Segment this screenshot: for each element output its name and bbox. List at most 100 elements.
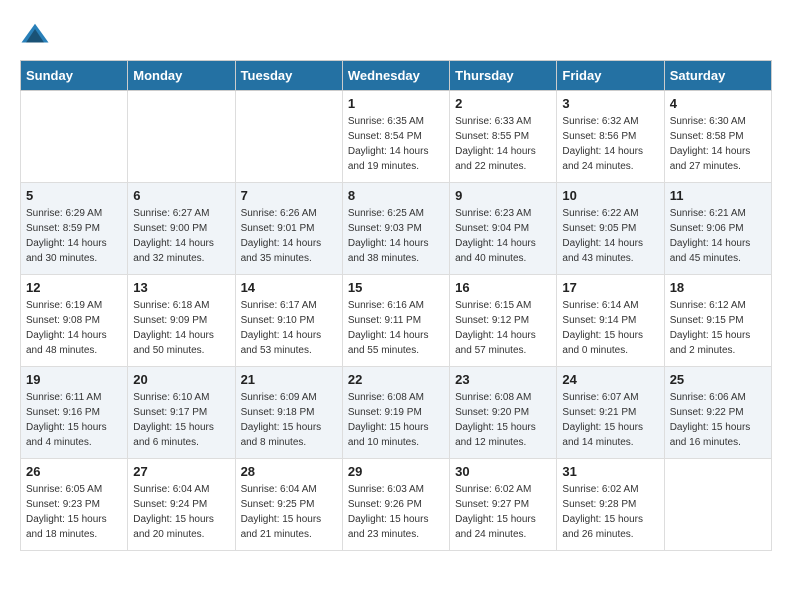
page-header: [20, 20, 772, 50]
cell-sun-info: Sunrise: 6:08 AMSunset: 9:20 PMDaylight:…: [455, 390, 551, 450]
day-of-week-header: Wednesday: [342, 61, 449, 91]
calendar-week-row: 26Sunrise: 6:05 AMSunset: 9:23 PMDayligh…: [21, 459, 772, 551]
day-of-week-header: Monday: [128, 61, 235, 91]
day-number: 17: [562, 280, 658, 295]
cell-sun-info: Sunrise: 6:30 AMSunset: 8:58 PMDaylight:…: [670, 114, 766, 174]
calendar-cell: 24Sunrise: 6:07 AMSunset: 9:21 PMDayligh…: [557, 367, 664, 459]
calendar-cell: 28Sunrise: 6:04 AMSunset: 9:25 PMDayligh…: [235, 459, 342, 551]
calendar-cell: 14 Sunrise: 6:17 AMSunset: 9:10 PMDayligh…: [235, 275, 342, 367]
day-number: 1: [348, 96, 444, 111]
cell-sun-info: Sunrise: 6:15 AMSunset: 9:12 PMDaylight:…: [455, 298, 551, 358]
calendar-cell: 5 Sunrise: 6:29 AMSunset: 8:59 PMDaylight…: [21, 183, 128, 275]
day-number: 21: [241, 372, 337, 387]
calendar-cell: 22 Sunrise: 6:08 AMSunset: 9:19 PMDayligh…: [342, 367, 449, 459]
cell-sun-info: Sunrise: 6:35 AMSunset: 8:54 PMDaylight:…: [348, 114, 444, 174]
day-number: 18: [670, 280, 766, 295]
day-of-week-header: Saturday: [664, 61, 771, 91]
day-number: 10: [562, 188, 658, 203]
day-number: 4: [670, 96, 766, 111]
day-number: 8: [348, 188, 444, 203]
day-number: 28: [241, 464, 337, 479]
calendar-cell: 29Sunrise: 6:03 AMSunset: 9:26 PMDayligh…: [342, 459, 449, 551]
cell-sun-info: Sunrise: 6:26 AMSunset: 9:01 PMDaylight:…: [241, 206, 337, 266]
cell-sun-info: Sunrise: 6:19 AMSunset: 9:08 PMDaylight:…: [26, 298, 122, 358]
calendar-header: SundayMondayTuesdayWednesdayThursdayFrid…: [21, 61, 772, 91]
day-number: 5: [26, 188, 122, 203]
cell-sun-info: Sunrise: 6:10 AMSunset: 9:17 PMDaylight:…: [133, 390, 229, 450]
day-number: 6: [133, 188, 229, 203]
calendar-week-row: 19Sunrise: 6:11 AMSunset: 9:16 PMDayligh…: [21, 367, 772, 459]
calendar-table: SundayMondayTuesdayWednesdayThursdayFrid…: [20, 60, 772, 551]
calendar-cell: 30 Sunrise: 6:02 AMSunset: 9:27 PMDayligh…: [450, 459, 557, 551]
day-of-week-header: Tuesday: [235, 61, 342, 91]
calendar-week-row: 1 Sunrise: 6:35 AMSunset: 8:54 PMDaylight…: [21, 91, 772, 183]
calendar-cell: 8 Sunrise: 6:25 AMSunset: 9:03 PMDaylight…: [342, 183, 449, 275]
calendar-cell: 2 Sunrise: 6:33 AMSunset: 8:55 PMDaylight…: [450, 91, 557, 183]
calendar-cell: 23 Sunrise: 6:08 AMSunset: 9:20 PMDayligh…: [450, 367, 557, 459]
day-number: 22: [348, 372, 444, 387]
calendar-cell: 13 Sunrise: 6:18 AMSunset: 9:09 PMDayligh…: [128, 275, 235, 367]
calendar-cell: 16 Sunrise: 6:15 AMSunset: 9:12 PMDayligh…: [450, 275, 557, 367]
day-number: 16: [455, 280, 551, 295]
calendar-cell: 12 Sunrise: 6:19 AMSunset: 9:08 PMDayligh…: [21, 275, 128, 367]
cell-sun-info: Sunrise: 6:06 AMSunset: 9:22 PMDaylight:…: [670, 390, 766, 450]
calendar-cell: [21, 91, 128, 183]
day-number: 31: [562, 464, 658, 479]
cell-sun-info: Sunrise: 6:02 AMSunset: 9:28 PMDaylight:…: [562, 482, 658, 542]
cell-sun-info: Sunrise: 6:04 AMSunset: 9:24 PMDaylight:…: [133, 482, 229, 542]
cell-sun-info: Sunrise: 6:22 AMSunset: 9:05 PMDaylight:…: [562, 206, 658, 266]
day-number: 15: [348, 280, 444, 295]
day-number: 14: [241, 280, 337, 295]
logo-icon: [20, 20, 50, 50]
calendar-cell: 6Sunrise: 6:27 AMSunset: 9:00 PMDaylight…: [128, 183, 235, 275]
calendar-cell: [664, 459, 771, 551]
calendar-cell: [235, 91, 342, 183]
day-number: 25: [670, 372, 766, 387]
day-number: 9: [455, 188, 551, 203]
calendar-cell: 26Sunrise: 6:05 AMSunset: 9:23 PMDayligh…: [21, 459, 128, 551]
cell-sun-info: Sunrise: 6:18 AMSunset: 9:09 PMDaylight:…: [133, 298, 229, 358]
cell-sun-info: Sunrise: 6:08 AMSunset: 9:19 PMDaylight:…: [348, 390, 444, 450]
day-number: 2: [455, 96, 551, 111]
calendar-cell: 21 Sunrise: 6:09 AMSunset: 9:18 PMDayligh…: [235, 367, 342, 459]
calendar-cell: 9 Sunrise: 6:23 AMSunset: 9:04 PMDaylight…: [450, 183, 557, 275]
cell-sun-info: Sunrise: 6:29 AMSunset: 8:59 PMDaylight:…: [26, 206, 122, 266]
cell-sun-info: Sunrise: 6:16 AMSunset: 9:11 PMDaylight:…: [348, 298, 444, 358]
cell-sun-info: Sunrise: 6:07 AMSunset: 9:21 PMDaylight:…: [562, 390, 658, 450]
calendar-body: 1 Sunrise: 6:35 AMSunset: 8:54 PMDaylight…: [21, 91, 772, 551]
calendar-cell: 1 Sunrise: 6:35 AMSunset: 8:54 PMDaylight…: [342, 91, 449, 183]
day-number: 20: [133, 372, 229, 387]
cell-sun-info: Sunrise: 6:09 AMSunset: 9:18 PMDaylight:…: [241, 390, 337, 450]
cell-sun-info: Sunrise: 6:32 AMSunset: 8:56 PMDaylight:…: [562, 114, 658, 174]
cell-sun-info: Sunrise: 6:25 AMSunset: 9:03 PMDaylight:…: [348, 206, 444, 266]
calendar-cell: 7 Sunrise: 6:26 AMSunset: 9:01 PMDaylight…: [235, 183, 342, 275]
cell-sun-info: Sunrise: 6:33 AMSunset: 8:55 PMDaylight:…: [455, 114, 551, 174]
calendar-cell: 18Sunrise: 6:12 AMSunset: 9:15 PMDayligh…: [664, 275, 771, 367]
cell-sun-info: Sunrise: 6:17 AMSunset: 9:10 PMDaylight:…: [241, 298, 337, 358]
day-number: 11: [670, 188, 766, 203]
calendar-cell: 25 Sunrise: 6:06 AMSunset: 9:22 PMDayligh…: [664, 367, 771, 459]
calendar-cell: 4 Sunrise: 6:30 AMSunset: 8:58 PMDaylight…: [664, 91, 771, 183]
calendar-cell: 17 Sunrise: 6:14 AMSunset: 9:14 PMDayligh…: [557, 275, 664, 367]
header-row: SundayMondayTuesdayWednesdayThursdayFrid…: [21, 61, 772, 91]
day-of-week-header: Sunday: [21, 61, 128, 91]
calendar-cell: [128, 91, 235, 183]
cell-sun-info: Sunrise: 6:14 AMSunset: 9:14 PMDaylight:…: [562, 298, 658, 358]
day-number: 13: [133, 280, 229, 295]
day-number: 26: [26, 464, 122, 479]
cell-sun-info: Sunrise: 6:23 AMSunset: 9:04 PMDaylight:…: [455, 206, 551, 266]
day-number: 19: [26, 372, 122, 387]
day-number: 7: [241, 188, 337, 203]
day-number: 27: [133, 464, 229, 479]
cell-sun-info: Sunrise: 6:21 AMSunset: 9:06 PMDaylight:…: [670, 206, 766, 266]
cell-sun-info: Sunrise: 6:02 AMSunset: 9:27 PMDaylight:…: [455, 482, 551, 542]
day-number: 3: [562, 96, 658, 111]
day-number: 23: [455, 372, 551, 387]
calendar-cell: 15 Sunrise: 6:16 AMSunset: 9:11 PMDayligh…: [342, 275, 449, 367]
calendar-cell: 31 Sunrise: 6:02 AMSunset: 9:28 PMDayligh…: [557, 459, 664, 551]
calendar-cell: 10 Sunrise: 6:22 AMSunset: 9:05 PMDayligh…: [557, 183, 664, 275]
day-number: 12: [26, 280, 122, 295]
cell-sun-info: Sunrise: 6:03 AMSunset: 9:26 PMDaylight:…: [348, 482, 444, 542]
day-number: 30: [455, 464, 551, 479]
calendar-cell: 11 Sunrise: 6:21 AMSunset: 9:06 PMDayligh…: [664, 183, 771, 275]
